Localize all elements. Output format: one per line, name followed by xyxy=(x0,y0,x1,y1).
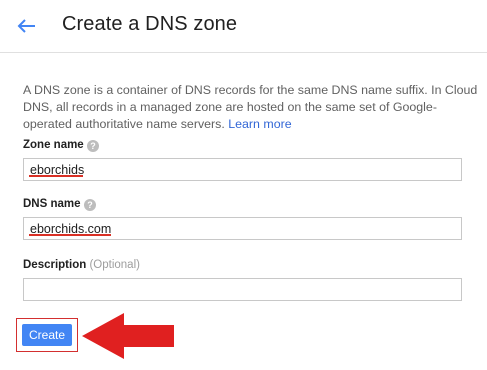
description-field[interactable] xyxy=(23,278,462,301)
create-button-highlight: Create xyxy=(16,318,78,352)
description-label-text: Description xyxy=(23,259,87,271)
zone-name-input[interactable] xyxy=(24,159,461,180)
arrow-left-icon xyxy=(17,19,35,33)
help-icon[interactable]: ? xyxy=(87,140,99,152)
description-input[interactable] xyxy=(24,279,461,300)
back-button[interactable] xyxy=(12,12,40,40)
page-title: Create a DNS zone xyxy=(62,13,238,35)
spellcheck-underline xyxy=(29,234,111,236)
dns-name-label: DNS name xyxy=(23,198,81,210)
red-arrow-left-icon xyxy=(82,313,174,359)
zone-description-text: A DNS zone is a container of DNS records… xyxy=(23,82,478,133)
create-button[interactable]: Create xyxy=(22,324,72,346)
dns-name-label-text: DNS name xyxy=(23,198,81,210)
page-header: Create a DNS zone xyxy=(0,0,487,53)
dns-name-field[interactable] xyxy=(23,217,462,240)
zone-name-label: Zone name xyxy=(23,139,84,151)
learn-more-link[interactable]: Learn more xyxy=(228,117,291,131)
help-icon[interactable]: ? xyxy=(84,199,96,211)
zone-name-label-text: Zone name xyxy=(23,139,84,151)
spellcheck-underline xyxy=(29,175,83,177)
description-label: Description (Optional) xyxy=(23,259,140,271)
zone-name-field[interactable] xyxy=(23,158,462,181)
optional-hint: (Optional) xyxy=(89,259,140,271)
